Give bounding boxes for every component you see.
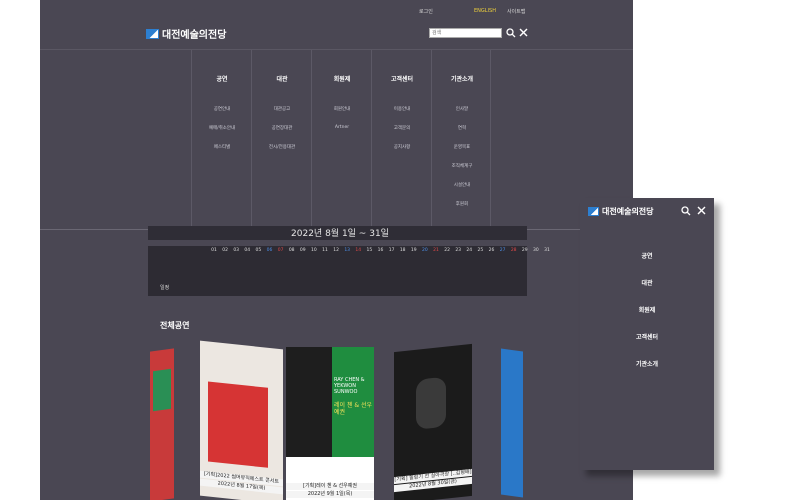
menu-head-about[interactable]: 기관소개 (432, 74, 492, 83)
mobile-menu-rental[interactable]: 대관 (580, 278, 714, 287)
menu-col-membership: 회원제 회원안내 Artner (311, 50, 371, 230)
calendar-day[interactable]: 09 (299, 248, 307, 253)
screenshot-canvas: 로그인 ENGLISH 사이트맵 대전예술의전당 공연 공연안내 예매/취소안내… (0, 0, 800, 500)
menu-item[interactable]: 시설안내 (432, 182, 492, 188)
menu-col-about: 기관소개 인사말 연혁 운영목표 조직체계구 시설안내 후원회 (431, 50, 491, 230)
calendar-day[interactable]: 18 (399, 248, 407, 253)
header: 로그인 ENGLISH 사이트맵 대전예술의전당 (40, 0, 633, 50)
menu-item[interactable]: 회원안내 (312, 106, 372, 112)
menu-col-customer: 고객센터 이용안내 고객문의 공지사항 (371, 50, 431, 230)
menu-item[interactable]: 고객문의 (372, 125, 432, 131)
close-icon[interactable] (697, 206, 706, 218)
menu-head-customer[interactable]: 고객센터 (372, 74, 432, 83)
menu-item[interactable]: 후원회 (432, 201, 492, 207)
menu-item[interactable]: 공연장대관 (252, 125, 312, 131)
calendar-row-label: 일정 (160, 285, 170, 291)
mobile-menu-about[interactable]: 기관소개 (580, 359, 714, 368)
calendar-day[interactable]: 23 (454, 248, 462, 253)
logo-mark-icon (146, 28, 159, 39)
calendar-day[interactable]: 16 (377, 248, 385, 253)
calendar-day[interactable]: 27 (499, 248, 507, 253)
calendar-day[interactable]: 20 (421, 248, 429, 253)
close-icon[interactable] (519, 28, 528, 40)
mobile-menu-performance[interactable]: 공연 (580, 251, 714, 260)
menu-head-rental[interactable]: 대관 (252, 74, 312, 83)
poster-card[interactable] (501, 348, 523, 498)
menu-item[interactable]: 대관공고 (252, 106, 312, 112)
poster-caption: [기획]레이 첸 & 선우예권 (286, 483, 374, 490)
calendar-day[interactable]: 29 (521, 248, 529, 253)
calendar-day[interactable]: 13 (343, 248, 351, 253)
menu-item[interactable]: 연혁 (432, 125, 492, 131)
calendar-day[interactable]: 02 (221, 248, 229, 253)
search-input[interactable] (429, 28, 502, 38)
mobile-menu-customer[interactable]: 고객센터 (580, 332, 714, 341)
calendar-grid: 01 02 03 04 05 06 07 08 09 10 11 12 13 14 15 16 17 18 19 20… (148, 246, 550, 296)
menu-item[interactable]: 운영목표 (432, 144, 492, 150)
menu-col-rental: 대관 대관공고 공연장대관 전시/전용대관 (251, 50, 311, 230)
section-title: 전체공연 (160, 321, 190, 330)
calendar-day[interactable]: 26 (488, 248, 496, 253)
poster-card[interactable]: [기획]2022 썸머뮤직페스트 콘서트 2022년 8월 17일(목) (200, 340, 283, 500)
poster-photo (286, 347, 332, 457)
calendar-day[interactable]: 08 (288, 248, 296, 253)
menu-item[interactable]: 전시/전용대관 (252, 144, 312, 150)
calendar-day[interactable]: 24 (465, 248, 473, 253)
calendar-day[interactable]: 04 (243, 248, 251, 253)
search-icon[interactable] (681, 206, 691, 219)
menu-head-membership[interactable]: 회원제 (312, 74, 372, 83)
poster-photo (416, 376, 446, 430)
english-link[interactable]: ENGLISH (474, 8, 496, 14)
calendar-day[interactable]: 28 (510, 248, 518, 253)
logo-mark-icon (588, 207, 599, 216)
calendar-day[interactable]: 17 (388, 248, 396, 253)
poster-art (208, 381, 268, 468)
calendar-day[interactable]: 31 (543, 248, 551, 253)
calendar-day[interactable]: 06 (266, 248, 274, 253)
poster-art (153, 368, 171, 412)
calendar-day[interactable]: 05 (254, 248, 262, 253)
login-link[interactable]: 로그인 (419, 8, 433, 15)
calendar-day[interactable]: 01 (210, 248, 218, 253)
menu-item[interactable]: 공지사항 (372, 144, 432, 150)
mega-menu: 공연 공연안내 예매/취소안내 페스티벌 대관 대관공고 공연장대관 전시/전용… (40, 50, 633, 230)
calendar-day[interactable]: 22 (443, 248, 451, 253)
mobile-menu-panel: 대전예술의전당 공연 대관 회원제 고객센터 기관소개 (580, 198, 714, 470)
poster-card[interactable]: RAY CHEN & YEKWON SUNWOO 레이 첸 & 선우예권 [기획… (286, 347, 374, 500)
poster-date: 2022년 9월 1일(목) (286, 491, 374, 498)
calendar-day[interactable]: 12 (332, 248, 340, 253)
search-icon[interactable] (506, 28, 516, 41)
desktop-view: 로그인 ENGLISH 사이트맵 대전예술의전당 공연 공연안내 예매/취소안내… (40, 0, 633, 500)
menu-item[interactable]: 이용안내 (372, 106, 432, 112)
menu-item[interactable]: 인사말 (432, 106, 492, 112)
calendar-day[interactable]: 25 (476, 248, 484, 253)
menu-item[interactable]: 예매/취소안내 (192, 125, 252, 131)
calendar-month: 2022년 8월 1일 ~ 31일 (291, 229, 389, 239)
calendar-day[interactable]: 11 (321, 248, 329, 253)
calendar-day[interactable]: 10 (310, 248, 318, 253)
poster-card[interactable]: [기획] 힐링기 전 실아극장 [..김형배] 2022년 8월 30일(금) (394, 343, 472, 500)
calendar-day[interactable]: 03 (232, 248, 240, 253)
mobile-logo-text: 대전예술의전당 (602, 207, 654, 216)
sitemap-link[interactable]: 사이트맵 (507, 8, 525, 15)
menu-item[interactable]: 조직체계구 (432, 163, 492, 169)
poster-card[interactable] (150, 348, 174, 500)
calendar-day[interactable]: 15 (365, 248, 373, 253)
menu-head-performance[interactable]: 공연 (192, 74, 252, 83)
logo-text: 대전예술의전당 (162, 30, 227, 41)
poster-subtitle: 레이 첸 & 선우예권 (334, 402, 373, 416)
menu-item[interactable]: 공연안내 (192, 106, 252, 112)
menu-item[interactable]: 페스티벌 (192, 144, 252, 150)
poster-title: RAY CHEN & YEKWON SUNWOO (334, 377, 365, 395)
calendar-day[interactable]: 07 (277, 248, 285, 253)
mobile-menu-membership[interactable]: 회원제 (580, 305, 714, 314)
calendar-day[interactable]: 30 (532, 248, 540, 253)
calendar-day[interactable]: 14 (354, 248, 362, 253)
menu-col-performance: 공연 공연안내 예매/취소안내 페스티벌 (191, 50, 251, 230)
site-logo[interactable]: 대전예술의전당 (146, 26, 226, 41)
calendar-day[interactable]: 19 (410, 248, 418, 253)
menu-item[interactable]: Artner (312, 125, 372, 130)
calendar-day[interactable]: 21 (432, 248, 440, 253)
mobile-logo[interactable]: 대전예술의전당 (588, 206, 654, 217)
